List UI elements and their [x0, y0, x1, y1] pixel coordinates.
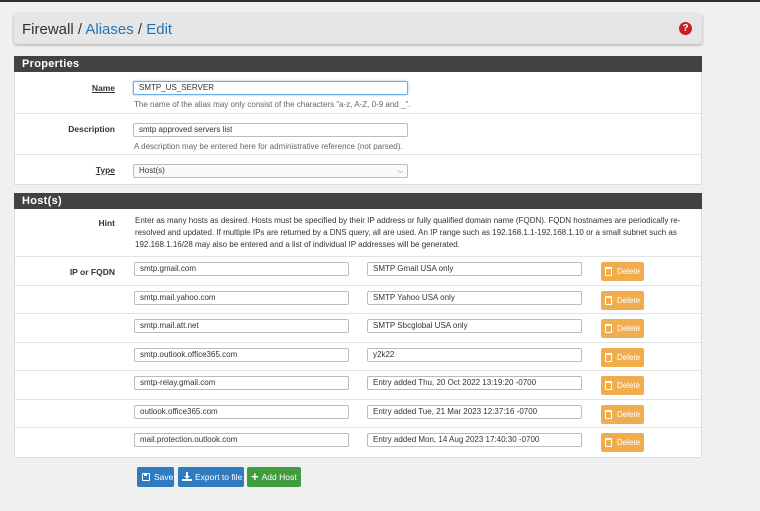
trash-icon	[605, 353, 612, 362]
delete-label: Delete	[617, 353, 641, 362]
save-label: Save	[154, 472, 174, 482]
delete-button[interactable]: Delete	[601, 433, 644, 452]
host-address-input[interactable]: outlook.office365.com	[134, 405, 349, 419]
breadcrumb-bar: Firewall / Aliases / Edit ?	[14, 14, 702, 44]
type-select-value: Host(s)	[139, 166, 165, 175]
host-row: smtp.outlook.office365.com y2k22 Delete	[15, 343, 701, 371]
breadcrumb-aliases-link[interactable]: Aliases	[85, 21, 133, 38]
host-address-input[interactable]: smtp.outlook.office365.com	[134, 348, 349, 362]
delete-button[interactable]: Delete	[601, 348, 644, 367]
plus-icon: +	[251, 469, 259, 484]
delete-label: Delete	[617, 410, 641, 419]
description-row: Description smtp approved servers list A…	[15, 114, 701, 155]
type-row: Type Host(s) ⌵	[15, 155, 701, 185]
hint-label: Hint	[98, 218, 115, 228]
host-description-input[interactable]: SMTP Yahoo USA only	[367, 291, 582, 305]
breadcrumb-separator: /	[137, 21, 143, 38]
trash-icon	[605, 296, 612, 305]
host-description-input[interactable]: Entry added Thu, 20 Oct 2022 13:19:20 -0…	[367, 376, 582, 390]
hosts-heading: Host(s)	[14, 193, 702, 209]
delete-label: Delete	[617, 324, 641, 333]
type-select[interactable]: Host(s) ⌵	[133, 164, 408, 178]
ip-fqdn-label: IP or FQDN	[69, 267, 115, 277]
description-input[interactable]: smtp approved servers list	[133, 123, 408, 137]
save-button[interactable]: Save	[137, 467, 174, 487]
delete-label: Delete	[617, 438, 641, 447]
name-label: Name	[91, 83, 115, 93]
save-icon	[142, 473, 150, 481]
properties-heading: Properties	[14, 56, 702, 72]
name-input[interactable]: SMTP_US_SERVER	[133, 81, 408, 95]
description-help-text: A description may be entered here for ad…	[134, 142, 403, 151]
delete-button[interactable]: Delete	[601, 319, 644, 338]
trash-icon	[605, 410, 612, 419]
delete-button[interactable]: Delete	[601, 405, 644, 424]
host-address-input[interactable]: mail.protection.outlook.com	[134, 433, 349, 447]
host-row: smtp-relay.gmail.com Entry added Thu, 20…	[15, 371, 701, 400]
top-border	[0, 0, 760, 2]
breadcrumb-edit-link[interactable]: Edit	[146, 21, 172, 38]
delete-label: Delete	[617, 381, 641, 390]
hint-row: Hint Enter as many hosts as desired. Hos…	[15, 209, 701, 257]
hint-text: Enter as many hosts as desired. Hosts mu…	[135, 216, 681, 249]
host-address-input[interactable]: smtp.gmail.com	[134, 262, 349, 276]
host-row: smtp.mail.yahoo.com SMTP Yahoo USA only …	[15, 286, 701, 314]
host-description-input[interactable]: Entry added Mon, 14 Aug 2023 17:40:30 -0…	[367, 433, 582, 447]
hosts-panel: Hint Enter as many hosts as desired. Hos…	[14, 209, 702, 458]
help-icon[interactable]: ?	[679, 22, 692, 35]
trash-icon	[605, 324, 612, 333]
properties-panel: Name SMTP_US_SERVER The name of the alia…	[14, 72, 702, 185]
host-description-input[interactable]: SMTP Gmail USA only	[367, 262, 582, 276]
host-description-input[interactable]: SMTP Sbcglobal USA only	[367, 319, 582, 333]
host-address-input[interactable]: smtp.mail.att.net	[134, 319, 349, 333]
add-host-button[interactable]: + Add Host	[247, 467, 301, 487]
type-label: Type	[95, 165, 115, 175]
breadcrumb: Firewall / Aliases / Edit	[22, 21, 172, 38]
name-row: Name SMTP_US_SERVER The name of the alia…	[15, 72, 701, 114]
export-to-file-button[interactable]: Export to file	[178, 467, 244, 487]
add-host-label: Add Host	[261, 472, 297, 482]
delete-button[interactable]: Delete	[601, 262, 644, 281]
delete-button[interactable]: Delete	[601, 376, 644, 395]
breadcrumb-firewall: Firewall	[22, 21, 74, 38]
host-row: mail.protection.outlook.com Entry added …	[15, 428, 701, 458]
host-description-input[interactable]: Entry added Tue, 21 Mar 2023 12:37:16 -0…	[367, 405, 582, 419]
breadcrumb-separator: /	[77, 21, 83, 38]
download-icon	[182, 472, 192, 481]
host-description-input[interactable]: y2k22	[367, 348, 582, 362]
name-help-text: The name of the alias may only consist o…	[134, 100, 411, 109]
host-row: smtp.mail.att.net SMTP Sbcglobal USA onl…	[15, 314, 701, 343]
delete-label: Delete	[617, 267, 641, 276]
chevron-down-icon: ⌵	[397, 168, 403, 175]
host-row: IP or FQDN smtp.gmail.com SMTP Gmail USA…	[15, 257, 701, 286]
trash-icon	[605, 438, 612, 447]
delete-label: Delete	[617, 296, 641, 305]
export-label: Export to file	[195, 472, 243, 482]
host-address-input[interactable]: smtp-relay.gmail.com	[134, 376, 349, 390]
host-address-input[interactable]: smtp.mail.yahoo.com	[134, 291, 349, 305]
trash-icon	[605, 267, 612, 276]
delete-button[interactable]: Delete	[601, 291, 644, 310]
trash-icon	[605, 381, 612, 390]
host-row: outlook.office365.com Entry added Tue, 2…	[15, 400, 701, 428]
description-label: Description	[68, 124, 115, 134]
